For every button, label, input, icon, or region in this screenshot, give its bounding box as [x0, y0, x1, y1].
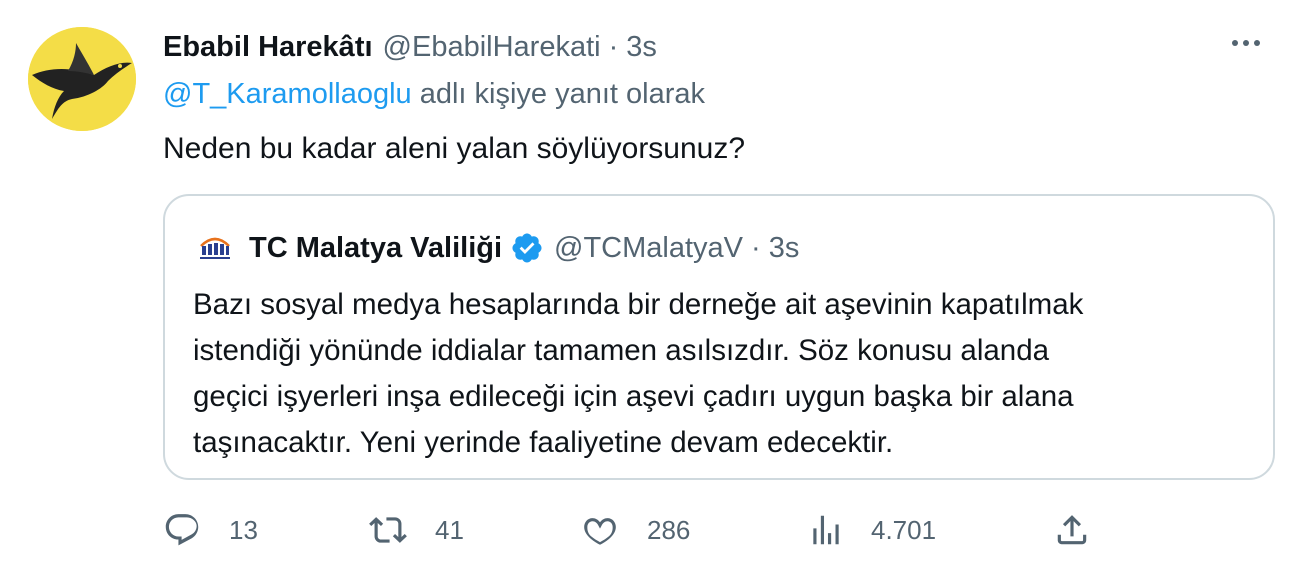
separator-dot: ·	[608, 30, 619, 63]
reply-button[interactable]: 13	[163, 508, 258, 552]
more-icon	[1232, 40, 1238, 46]
swallow-logo-icon	[28, 27, 136, 131]
quoted-author-handle[interactable]: @TCMalatyaV	[554, 232, 743, 265]
retweet-icon	[369, 517, 407, 543]
tweet-text: Neden bu kadar aleni yalan söylüyorsunuz…	[163, 132, 746, 165]
quoted-tweet-text: Bazı sosyal medya hesaplarında bir derne…	[193, 282, 1233, 466]
reply-mention-link[interactable]: @T_Karamollaoglu	[163, 78, 412, 110]
tweet-action-bar: 13 41 286 4.701	[163, 508, 1163, 552]
retweet-count: 41	[435, 514, 464, 545]
heart-icon	[584, 518, 616, 545]
retweet-button[interactable]: 41	[369, 508, 464, 552]
quoted-text-line: istendiği yönünde iddialar tamamen asıls…	[193, 334, 1050, 367]
analytics-icon	[813, 515, 839, 545]
author-name[interactable]: Ebabil Harekâtı	[163, 31, 373, 64]
share-button[interactable]	[1053, 508, 1091, 552]
quoted-text-line: geçici işyerleri inşa edileceği için aşe…	[193, 380, 1074, 413]
quoted-tweet-header: TC Malatya Valiliği @TCMalatyaV · 3s	[193, 226, 799, 270]
reply-count: 13	[229, 514, 258, 545]
quoted-author-name[interactable]: TC Malatya Valiliği	[249, 232, 502, 265]
quoted-tweet[interactable]: TC Malatya Valiliği @TCMalatyaV · 3s Baz…	[163, 194, 1275, 480]
views-count: 4.701	[871, 514, 937, 545]
tweet-content: Ebabil Harekâtı @EbabilHarekati · 3s @T_…	[163, 26, 1276, 172]
quoted-avatar	[193, 226, 237, 270]
author-handle[interactable]: @EbabilHarekati	[383, 31, 601, 64]
tweet-card[interactable]: Ebabil Harekâtı @EbabilHarekati · 3s @T_…	[0, 0, 1302, 570]
malatya-logo-icon	[193, 226, 237, 270]
separator-dot: ·	[751, 231, 761, 264]
tweet-timestamp[interactable]: 3s	[626, 31, 657, 64]
avatar[interactable]	[28, 27, 136, 131]
reply-context-label: adlı kişiye yanıt olarak	[419, 78, 706, 110]
quoted-tweet-timestamp[interactable]: 3s	[769, 232, 800, 265]
verified-badge-icon	[510, 231, 544, 265]
more-icon-dot	[1243, 40, 1249, 46]
like-button[interactable]: 286	[581, 508, 690, 552]
replying-to: @T_Karamollaoglu adlı kişiye yanıt olara…	[163, 78, 1276, 118]
more-options-button[interactable]	[1232, 40, 1260, 46]
quoted-text-line: taşınacaktır. Yeni yerinde faaliyetine d…	[193, 426, 894, 459]
views-button[interactable]: 4.701	[807, 508, 936, 552]
quoted-text-line: Bazı sosyal medya hesaplarında bir derne…	[193, 288, 1084, 321]
more-icon-dot	[1254, 40, 1260, 46]
reply-icon	[165, 514, 199, 546]
tweet-header: Ebabil Harekâtı @EbabilHarekati · 3s	[163, 26, 1276, 68]
like-count: 286	[647, 514, 691, 545]
share-icon	[1057, 515, 1087, 545]
